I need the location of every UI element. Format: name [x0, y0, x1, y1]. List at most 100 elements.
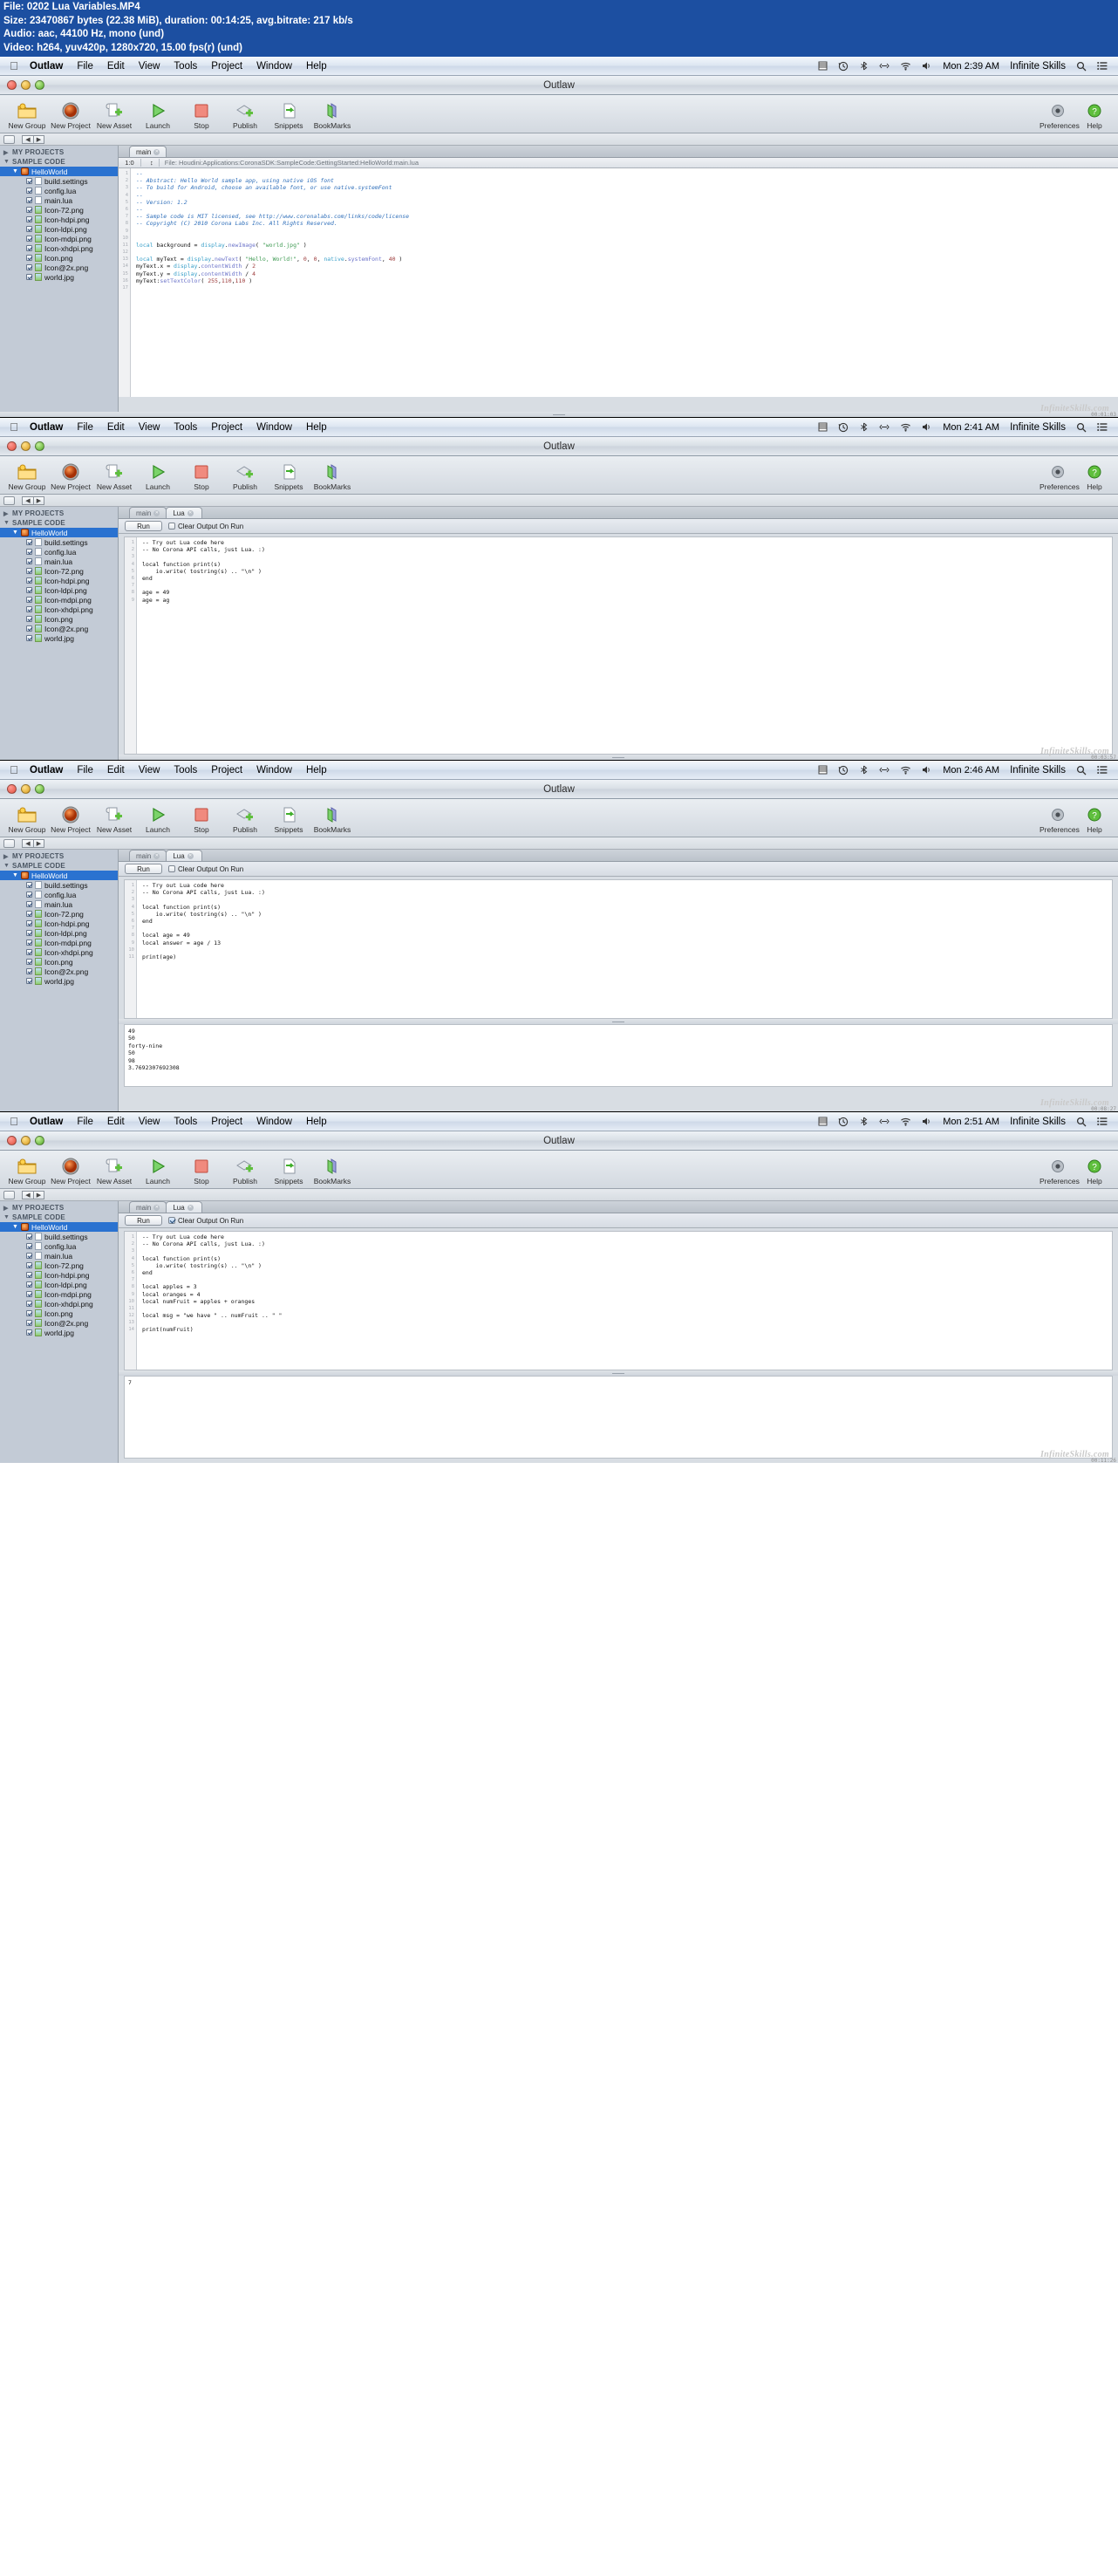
sidebar-file-item[interactable]: main.lua — [0, 1251, 118, 1261]
menu-clock[interactable]: Mon 2:41 AM — [937, 422, 1005, 433]
menu-user-name[interactable]: Infinite Skills — [1005, 1117, 1071, 1127]
menu-item-tools[interactable]: Tools — [167, 765, 204, 776]
code-text[interactable]: -- Try out Lua code here -- No Corona API… — [137, 537, 1112, 754]
file-checkbox[interactable] — [26, 1291, 32, 1297]
code-editor[interactable]: 1 2 3 4 5 6 7 8 9 10 11 -- Try out Lua code here --… — [125, 880, 1112, 1018]
bluetooth-icon[interactable] — [854, 1117, 874, 1126]
spotlight-search-icon[interactable] — [1071, 61, 1092, 72]
zoom-button[interactable] — [35, 80, 44, 90]
sidebar-group-sample-code[interactable]: ▼ SAMPLE CODE — [0, 157, 118, 167]
file-checkbox[interactable] — [26, 968, 32, 974]
sidebar-file-item[interactable]: Icon-ldpi.png — [0, 224, 118, 234]
chevron-down-icon[interactable]: ▼ — [12, 168, 21, 174]
toolbar-publish-button[interactable]: Publish — [223, 461, 267, 492]
sidebar-file-item[interactable]: config.lua — [0, 186, 118, 195]
sidebar-project-helloworld[interactable]: ▼ HelloWorld — [0, 167, 118, 176]
file-checkbox[interactable] — [26, 616, 32, 622]
menu-item-window[interactable]: Window — [249, 1117, 299, 1127]
file-checkbox[interactable] — [26, 978, 32, 984]
time-machine-icon[interactable] — [833, 61, 854, 72]
toolbar-new-group-button[interactable]: New Group — [5, 100, 49, 131]
file-checkbox[interactable] — [26, 207, 32, 213]
file-checkbox[interactable] — [26, 892, 32, 898]
toolbar-new-project-button[interactable]: New Project — [49, 1156, 92, 1186]
sidebar-file-item[interactable]: Icon@2x.png — [0, 967, 118, 976]
sidebar-file-item[interactable]: config.lua — [0, 890, 118, 899]
project-sidebar[interactable]: ▶ MY PROJECTS ▼ SAMPLE CODE ▼ HelloWorld… — [0, 850, 119, 1111]
zoom-button[interactable] — [35, 784, 44, 794]
project-sidebar[interactable]: ▶ MY PROJECTS ▼ SAMPLE CODE ▼ HelloWorld… — [0, 507, 119, 760]
code-editor[interactable]: 1 2 3 4 5 6 7 8 9 10 11 12 13 14 -- Try out Lua code … — [125, 1232, 1112, 1370]
wifi-icon[interactable] — [895, 422, 917, 432]
sidebar-file-item[interactable]: Icon-mdpi.png — [0, 938, 118, 947]
zoom-button[interactable] — [35, 441, 44, 451]
nav-segment-control[interactable]: ◀ ▶ — [22, 495, 44, 505]
code-text[interactable]: -- Try out Lua code here -- No Corona API… — [137, 880, 1112, 1018]
chevron-right-icon[interactable]: ▶ — [3, 149, 12, 156]
toolbar-bookmarks-button[interactable]: BookMarks — [310, 1156, 354, 1186]
file-checkbox[interactable] — [26, 1329, 32, 1336]
sidebar-file-item[interactable]: Icon@2x.png — [0, 1318, 118, 1328]
bluetooth-icon[interactable] — [854, 61, 874, 71]
lua-editor-box[interactable]: 1 2 3 4 5 6 7 8 9 10 11 12 13 14 -- Try out Lua code … — [124, 1231, 1113, 1370]
file-checkbox[interactable] — [26, 1301, 32, 1307]
toolbar-bookmarks-button[interactable]: BookMarks — [310, 804, 354, 835]
file-checkbox[interactable] — [26, 216, 32, 222]
toolbar-snippets-button[interactable]: Snippets — [267, 461, 310, 492]
file-checkbox[interactable] — [26, 178, 32, 184]
volume-icon[interactable] — [917, 61, 937, 71]
file-checkbox[interactable] — [26, 226, 32, 232]
menu-item-window[interactable]: Window — [249, 422, 299, 433]
toolbar-launch-button[interactable]: Launch — [136, 804, 180, 835]
lua-editor-box[interactable]: 1 2 3 4 5 6 7 8 9 10 11 -- Try out Lua code here --… — [124, 879, 1113, 1019]
toolbar-snippets-button[interactable]: Snippets — [267, 804, 310, 835]
view-toggle-button[interactable] — [3, 1190, 15, 1199]
volume-icon[interactable] — [917, 422, 937, 432]
sidebar-group-my-projects[interactable]: ▶ MY PROJECTS — [0, 1203, 118, 1213]
sidebar-group-sample-code[interactable]: ▼ SAMPLE CODE — [0, 861, 118, 871]
nav-forward-button[interactable]: ▶ — [33, 495, 44, 505]
file-checkbox[interactable] — [26, 274, 32, 280]
sidebar-file-item[interactable]: Icon@2x.png — [0, 624, 118, 633]
volume-icon[interactable] — [917, 765, 937, 775]
minimize-button[interactable] — [21, 441, 31, 451]
clear-output-checkbox[interactable]: Clear Output On Run — [168, 523, 243, 530]
file-checkbox[interactable] — [26, 1243, 32, 1249]
time-machine-icon[interactable] — [833, 1117, 854, 1127]
menu-item-outlaw[interactable]: Outlaw — [23, 1117, 70, 1127]
toolbar-help-button[interactable]: ? Help — [1076, 1156, 1113, 1186]
sidebar-file-item[interactable]: Icon-mdpi.png — [0, 1289, 118, 1299]
toolbar-bookmarks-button[interactable]: BookMarks — [310, 461, 354, 492]
nav-segment-control[interactable]: ◀ ▶ — [22, 1190, 44, 1199]
sidebar-project-helloworld[interactable]: ▼ HelloWorld — [0, 1222, 118, 1232]
chevron-down-icon[interactable]: ▼ — [12, 1224, 21, 1230]
close-icon[interactable]: ✕ — [153, 509, 160, 516]
sidebar-file-item[interactable]: build.settings — [0, 176, 118, 186]
chevron-down-icon[interactable]: ▼ — [12, 530, 21, 536]
sidebar-file-item[interactable]: Icon-72.png — [0, 205, 118, 215]
menu-item-file[interactable]: File — [70, 422, 100, 433]
zoom-button[interactable] — [35, 1136, 44, 1145]
menu-item-project[interactable]: Project — [204, 765, 249, 776]
bluetooth-icon[interactable] — [854, 765, 874, 775]
file-checkbox[interactable] — [26, 236, 32, 242]
list-icon[interactable] — [1092, 1117, 1113, 1126]
toolbar-new-project-button[interactable]: New Project — [49, 804, 92, 835]
time-machine-icon[interactable] — [833, 765, 854, 776]
file-checkbox[interactable] — [26, 568, 32, 574]
checkbox-box[interactable] — [168, 1217, 175, 1224]
run-button[interactable]: Run — [125, 521, 162, 531]
toolbar-preferences-button[interactable]: Preferences — [1040, 461, 1080, 492]
nav-back-button[interactable]: ◀ — [22, 1190, 33, 1199]
sidebar-file-item[interactable]: config.lua — [0, 547, 118, 557]
battery-icon[interactable] — [813, 61, 833, 71]
chevron-down-icon[interactable]: ▼ — [12, 872, 21, 878]
toolbar-new-asset-button[interactable]: New Asset — [92, 461, 136, 492]
menu-item-file[interactable]: File — [70, 765, 100, 776]
sidebar-file-item[interactable]: Icon-hdpi.png — [0, 215, 118, 224]
close-button[interactable] — [7, 80, 17, 90]
window-controls[interactable] — [7, 80, 44, 90]
chevron-down-icon[interactable]: ▼ — [3, 1214, 12, 1220]
toolbar-new-group-button[interactable]: New Group — [5, 461, 49, 492]
toolbar-new-group-button[interactable]: New Group — [5, 804, 49, 835]
